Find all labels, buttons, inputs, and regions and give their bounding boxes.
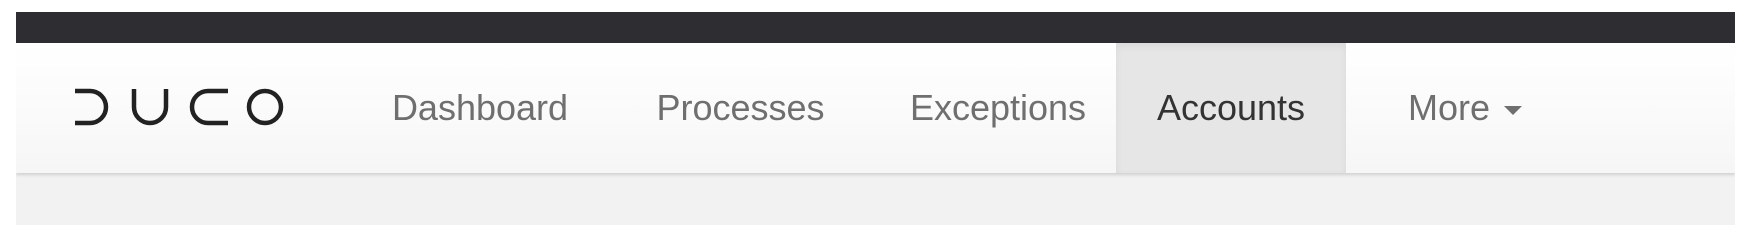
- main-navbar: Dashboard Processes Exceptions Accounts …: [16, 43, 1735, 173]
- top-bar: [16, 12, 1735, 43]
- nav-item-label: More: [1407, 87, 1491, 128]
- app-frame: Dashboard Processes Exceptions Accounts …: [16, 12, 1735, 225]
- nav-item-dashboard[interactable]: Dashboard: [382, 43, 578, 173]
- nav-item-accounts[interactable]: Accounts: [1116, 43, 1346, 173]
- nav-item-label: Processes: [656, 87, 825, 128]
- nav-item-more[interactable]: More: [1380, 43, 1550, 173]
- caret-down-icon: [1504, 105, 1523, 115]
- duco-logo[interactable]: [72, 86, 286, 128]
- nav-item-exceptions[interactable]: Exceptions: [900, 43, 1096, 173]
- nav-item-label: Exceptions: [909, 87, 1087, 128]
- nav-item-label: Accounts: [1156, 87, 1306, 128]
- nav-item-label: Dashboard: [391, 87, 569, 128]
- nav-item-processes[interactable]: Processes: [648, 43, 833, 173]
